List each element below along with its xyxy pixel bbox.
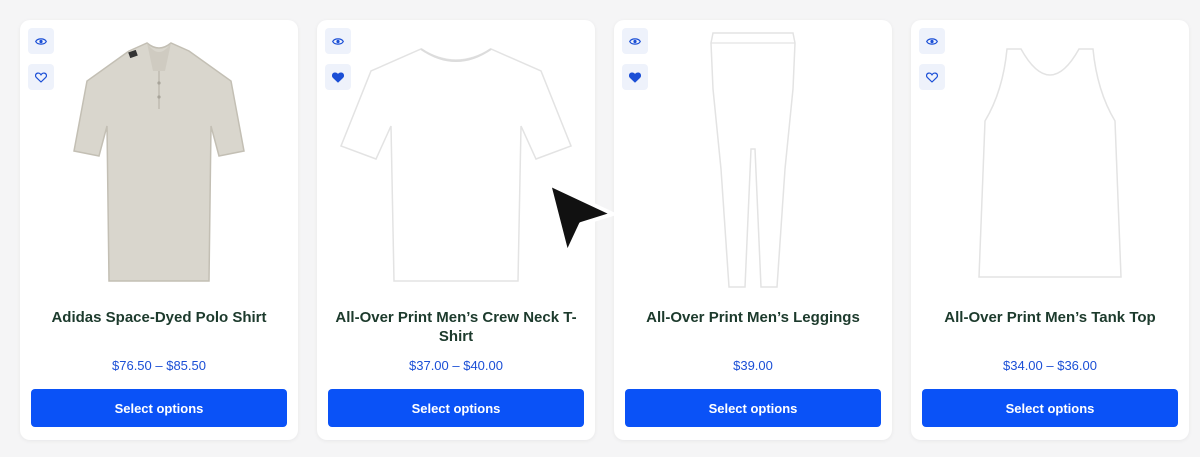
- product-card: All-Over Print Men’s Leggings $39.00 Sel…: [614, 20, 892, 440]
- wishlist-button[interactable]: [325, 64, 351, 90]
- mouse-cursor-icon: [547, 182, 615, 256]
- product-title[interactable]: All-Over Print Men’s Tank Top: [925, 308, 1175, 327]
- quick-view-button[interactable]: [919, 28, 945, 54]
- product-card: All-Over Print Men’s Tank Top $34.00 – $…: [911, 20, 1189, 440]
- eye-icon: [332, 37, 344, 45]
- wishlist-button[interactable]: [919, 64, 945, 90]
- product-title[interactable]: All-Over Print Men’s Crew Neck T-Shirt: [331, 308, 581, 346]
- quick-view-button[interactable]: [325, 28, 351, 54]
- eye-icon: [629, 37, 641, 45]
- wishlist-button[interactable]: [28, 64, 54, 90]
- heart-outline-icon: [926, 71, 938, 83]
- quick-view-button[interactable]: [28, 28, 54, 54]
- heart-filled-icon: [332, 71, 344, 83]
- eye-icon: [35, 37, 47, 45]
- product-title[interactable]: Adidas Space-Dyed Polo Shirt: [34, 308, 284, 327]
- product-price: $37.00 – $40.00: [409, 358, 503, 373]
- product-price: $34.00 – $36.00: [1003, 358, 1097, 373]
- heart-outline-icon: [35, 71, 47, 83]
- select-options-button[interactable]: Select options: [625, 389, 881, 427]
- product-price: $76.50 – $85.50: [112, 358, 206, 373]
- select-options-button[interactable]: Select options: [31, 389, 287, 427]
- heart-filled-icon: [629, 71, 641, 83]
- tank-top-image[interactable]: [911, 26, 1189, 296]
- eye-icon: [926, 37, 938, 45]
- polo-shirt-image[interactable]: [20, 26, 298, 296]
- select-options-button[interactable]: Select options: [328, 389, 584, 427]
- product-card: Adidas Space-Dyed Polo Shirt $76.50 – $8…: [20, 20, 298, 440]
- product-price: $39.00: [733, 358, 773, 373]
- leggings-image[interactable]: [614, 26, 892, 296]
- wishlist-button[interactable]: [622, 64, 648, 90]
- product-title[interactable]: All-Over Print Men’s Leggings: [628, 308, 878, 327]
- select-options-button[interactable]: Select options: [922, 389, 1178, 427]
- quick-view-button[interactable]: [622, 28, 648, 54]
